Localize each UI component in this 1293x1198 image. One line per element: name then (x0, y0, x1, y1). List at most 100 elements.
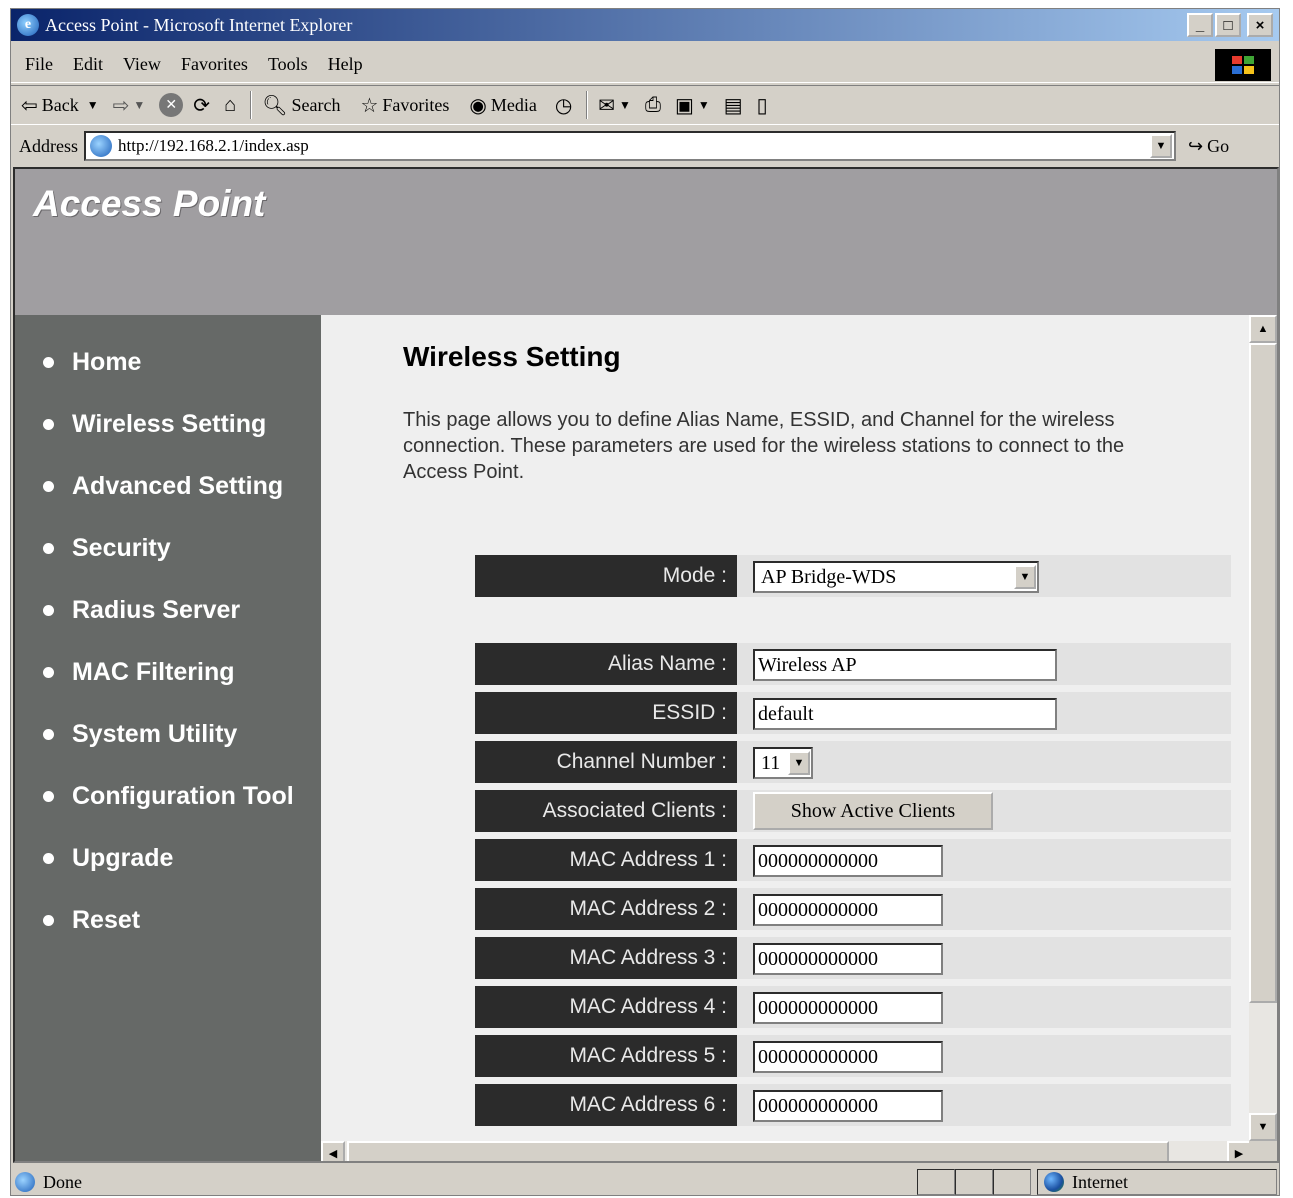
address-url[interactable]: http://192.168.2.1/index.asp (118, 136, 1150, 156)
bullet-icon (43, 852, 54, 864)
chevron-down-icon[interactable]: ▼ (788, 751, 810, 775)
bullet-icon (43, 666, 54, 678)
nav-label: Home (72, 347, 142, 376)
chevron-down-icon[interactable]: ▼ (133, 98, 145, 113)
horizontal-scroll-thumb[interactable] (347, 1141, 1169, 1161)
menu-view[interactable]: View (123, 54, 161, 75)
main-content: Wireless Setting This page allows you to… (321, 315, 1251, 1141)
address-input[interactable]: http://192.168.2.1/index.asp ▼ (84, 131, 1176, 161)
mac-address-1-input[interactable]: 000000000000 (753, 845, 943, 877)
page-description: This page allows you to define Alias Nam… (403, 409, 1125, 483)
nav-configuration-tool[interactable]: Configuration Tool (15, 765, 321, 827)
show-active-clients-button[interactable]: Show Active Clients (753, 792, 993, 830)
search-button[interactable]: 🔍︎ Search (262, 93, 340, 118)
edit-icon: ▣ (674, 94, 694, 117)
nav-security[interactable]: Security (15, 517, 321, 579)
address-dropdown-icon[interactable]: ▼ (1150, 134, 1172, 158)
menu-help[interactable]: Help (328, 54, 363, 75)
forward-button[interactable]: ⇨ ▼ (113, 93, 150, 118)
menu-file[interactable]: File (25, 54, 53, 75)
browser-window: e Access Point - Microsoft Internet Expl… (10, 8, 1280, 1196)
go-arrow-icon: ↪ (1188, 135, 1204, 156)
scroll-up-icon[interactable]: ▲ (1249, 315, 1277, 343)
mac-address-4-input[interactable]: 000000000000 (753, 992, 943, 1024)
mac-address-6-input[interactable]: 000000000000 (753, 1090, 943, 1122)
media-button[interactable]: ◉ Media (469, 93, 536, 118)
mac-address-5-input[interactable]: 000000000000 (753, 1041, 943, 1073)
mac-label: MAC Address 4 : (475, 986, 737, 1028)
essid-label: ESSID : (475, 692, 737, 734)
mac-label: MAC Address 1 : (475, 839, 737, 881)
chevron-down-icon[interactable]: ▼ (1014, 565, 1036, 589)
bullet-icon (43, 356, 54, 368)
messenger-icon: ▯ (756, 94, 768, 117)
menu-bar: File Edit View Favorites Tools Help (11, 47, 1279, 83)
channel-value: 11 (761, 751, 781, 774)
nav-mac-filtering[interactable]: MAC Filtering (15, 641, 321, 703)
home-icon: ⌂ (224, 93, 237, 116)
toolbar-separator (250, 91, 253, 119)
chevron-down-icon[interactable]: ▼ (698, 98, 710, 113)
menu-edit[interactable]: Edit (73, 54, 103, 75)
bullet-icon (43, 542, 54, 554)
messenger-button[interactable]: ▯ (757, 93, 772, 118)
scroll-right-icon[interactable]: ▶ (1227, 1141, 1251, 1161)
back-button[interactable]: ⇦ Back ▼ (21, 93, 103, 118)
windows-logo-icon (1215, 49, 1271, 81)
address-label: Address (19, 135, 78, 156)
mail-button[interactable]: ✉ ▼ (598, 93, 635, 118)
mode-label: Mode : (475, 555, 737, 597)
window-title: Access Point - Microsoft Internet Explor… (45, 14, 353, 35)
edit-button[interactable]: ▣ ▼ (675, 93, 714, 118)
chevron-down-icon[interactable]: ▼ (87, 98, 99, 113)
nav-reset[interactable]: Reset (15, 889, 321, 951)
nav-upgrade[interactable]: Upgrade (15, 827, 321, 889)
history-icon: ◷ (554, 94, 573, 117)
vertical-scrollbar[interactable]: ▲ ▼ (1249, 315, 1277, 1141)
scroll-down-icon[interactable]: ▼ (1249, 1113, 1277, 1141)
mac-address-2-input[interactable]: 000000000000 (753, 894, 943, 926)
scrollbar-corner (1249, 1141, 1277, 1161)
chevron-down-icon[interactable]: ▼ (619, 98, 631, 113)
menu-favorites[interactable]: Favorites (181, 54, 248, 75)
form-row-mac-2: MAC Address 2 : 000000000000 (475, 888, 1231, 930)
go-button[interactable]: ↪ Go (1188, 136, 1229, 157)
print-button[interactable]: ⎙ (645, 94, 665, 117)
horizontal-scrollbar[interactable]: ◀ ▶ (321, 1141, 1251, 1161)
essid-input[interactable]: default (753, 698, 1057, 730)
alias-name-input[interactable]: Wireless AP (753, 649, 1057, 681)
favorites-button[interactable]: ☆ Favorites (360, 93, 449, 118)
title-bar: e Access Point - Microsoft Internet Expl… (11, 9, 1279, 41)
minimize-button[interactable]: _ (1187, 13, 1213, 37)
discuss-icon: ▤ (723, 94, 743, 117)
discuss-button[interactable]: ▤ (724, 93, 747, 118)
form-row-alias: Alias Name : Wireless AP (475, 643, 1231, 685)
nav-label: Advanced Setting (72, 471, 284, 500)
mac-address-3-input[interactable]: 000000000000 (753, 943, 943, 975)
close-button[interactable]: × (1247, 13, 1273, 37)
form-row-mac-4: MAC Address 4 : 000000000000 (475, 986, 1231, 1028)
status-cell (917, 1169, 955, 1195)
nav-wireless-setting[interactable]: Wireless Setting (15, 393, 321, 455)
nav-system-utility[interactable]: System Utility (15, 703, 321, 765)
mac-label: MAC Address 3 : (475, 937, 737, 979)
home-button[interactable]: ⌂ (224, 94, 240, 117)
nav-advanced-setting[interactable]: Advanced Setting (15, 455, 321, 517)
history-button[interactable]: ◷ (555, 93, 576, 118)
bullet-icon (43, 418, 54, 430)
stop-button[interactable]: ✕ (159, 93, 184, 117)
vertical-scroll-thumb[interactable] (1249, 343, 1277, 1003)
mode-select[interactable]: AP Bridge-WDS ▼ (753, 561, 1039, 593)
refresh-icon: ⟳ (193, 94, 211, 117)
status-text: Done (43, 1171, 82, 1192)
nav-home[interactable]: Home (15, 331, 321, 393)
nav-label: System Utility (72, 719, 238, 748)
media-icon: ◉ (469, 94, 487, 117)
channel-select[interactable]: 11 ▼ (753, 747, 813, 779)
scroll-left-icon[interactable]: ◀ (321, 1141, 345, 1161)
nav-radius-server[interactable]: Radius Server (15, 579, 321, 641)
bullet-icon (43, 604, 54, 616)
maximize-button[interactable]: □ (1215, 13, 1241, 37)
menu-tools[interactable]: Tools (268, 54, 308, 75)
refresh-button[interactable]: ⟳ (193, 93, 214, 118)
